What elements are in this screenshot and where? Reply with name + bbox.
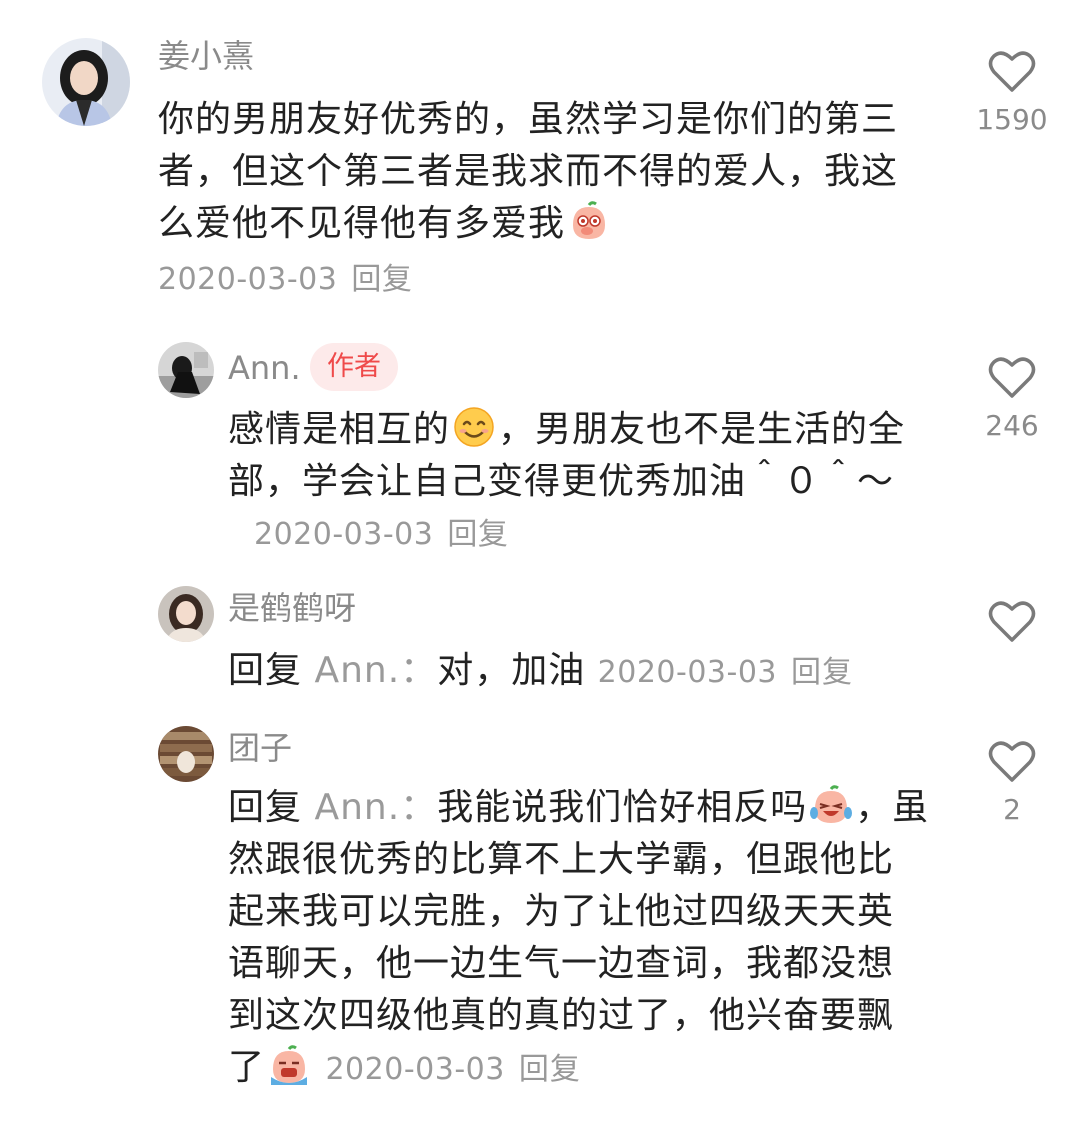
avatar-image: [158, 342, 214, 398]
like-count: 1590: [976, 103, 1048, 136]
reply-button[interactable]: 回复: [791, 655, 853, 690]
avatar[interactable]: [158, 342, 214, 398]
username[interactable]: 姜小熹: [158, 36, 254, 76]
comment-body: 对，加油: [437, 650, 586, 691]
like-button[interactable]: [972, 598, 1052, 644]
comment-text: 你的男朋友好优秀的，虽然学习是你们的第三者，但这个第三者是我求而不得的爱人，我这…: [158, 94, 918, 250]
heart-icon: [988, 601, 1036, 642]
avatar-image: [158, 586, 214, 642]
avatar[interactable]: [42, 38, 130, 126]
smile-emoji: [452, 405, 496, 449]
username[interactable]: 团子: [228, 728, 292, 768]
comment-text: 回复 Ann.：对，加油 2020-03-03 回复: [228, 645, 948, 699]
like-button[interactable]: 2: [972, 738, 1052, 828]
avatar-image: [42, 38, 130, 126]
avatar[interactable]: [158, 726, 214, 782]
reply-button[interactable]: 回复: [447, 517, 508, 552]
like-button[interactable]: 246: [972, 354, 1052, 444]
reply-prefix: 回复: [228, 787, 303, 828]
author-badge: 作者: [310, 343, 398, 391]
heart-icon: [988, 741, 1036, 782]
comment-body-start: 我能说我们恰好相反吗: [437, 787, 808, 828]
comment-meta: 2020-03-03 回复: [158, 260, 412, 300]
avatar[interactable]: [158, 586, 214, 642]
like-button[interactable]: 1590: [972, 48, 1052, 138]
comment-body-end: ，虽然跟很优秀的比算不上大学霸，但跟他比起来我可以完胜，为了让他过四级天天英语聊…: [228, 787, 930, 1088]
reply-target-name[interactable]: Ann.：: [314, 650, 437, 691]
avatar-image: [158, 726, 214, 782]
reply-prefix: 回复: [228, 650, 303, 691]
comment-date: 2020-03-03: [325, 1052, 505, 1087]
comment-date: 2020-03-03: [597, 655, 778, 690]
like-count: 2: [1003, 793, 1021, 826]
reply-button[interactable]: 回复: [519, 1052, 581, 1087]
comment-body-start: 感情是相互的: [228, 409, 451, 450]
heart-icon: [988, 357, 1036, 398]
reply-target-name[interactable]: Ann.：: [314, 787, 437, 828]
comment-meta: 2020-03-03 回复: [254, 515, 508, 555]
comment-text: 回复 Ann.：我能说我们恰好相反吗 ，虽然跟很优秀的比算不上大学霸，但跟他比起…: [228, 782, 930, 1096]
heart-icon: [988, 51, 1036, 92]
like-count: 246: [985, 409, 1039, 442]
username[interactable]: 是鹤鹤呀: [228, 588, 356, 628]
username[interactable]: Ann.: [228, 348, 301, 388]
laughing-tears-peach-emoji: [809, 783, 853, 827]
comment-date: 2020-03-03: [254, 517, 434, 552]
reply-button[interactable]: 回复: [351, 262, 412, 297]
comment-date: 2020-03-03: [158, 262, 338, 297]
comment-body: 你的男朋友好优秀的，虽然学习是你们的第三者，但这个第三者是我求而不得的爱人，我这…: [158, 99, 899, 244]
crying-peach-emoji: [267, 1043, 311, 1087]
shy-peach-emoji: [567, 199, 611, 243]
comment-text: 感情是相互的 ，男朋友也不是生活的全部，学会让自己变得更优秀加油＾０＾～: [228, 404, 928, 508]
